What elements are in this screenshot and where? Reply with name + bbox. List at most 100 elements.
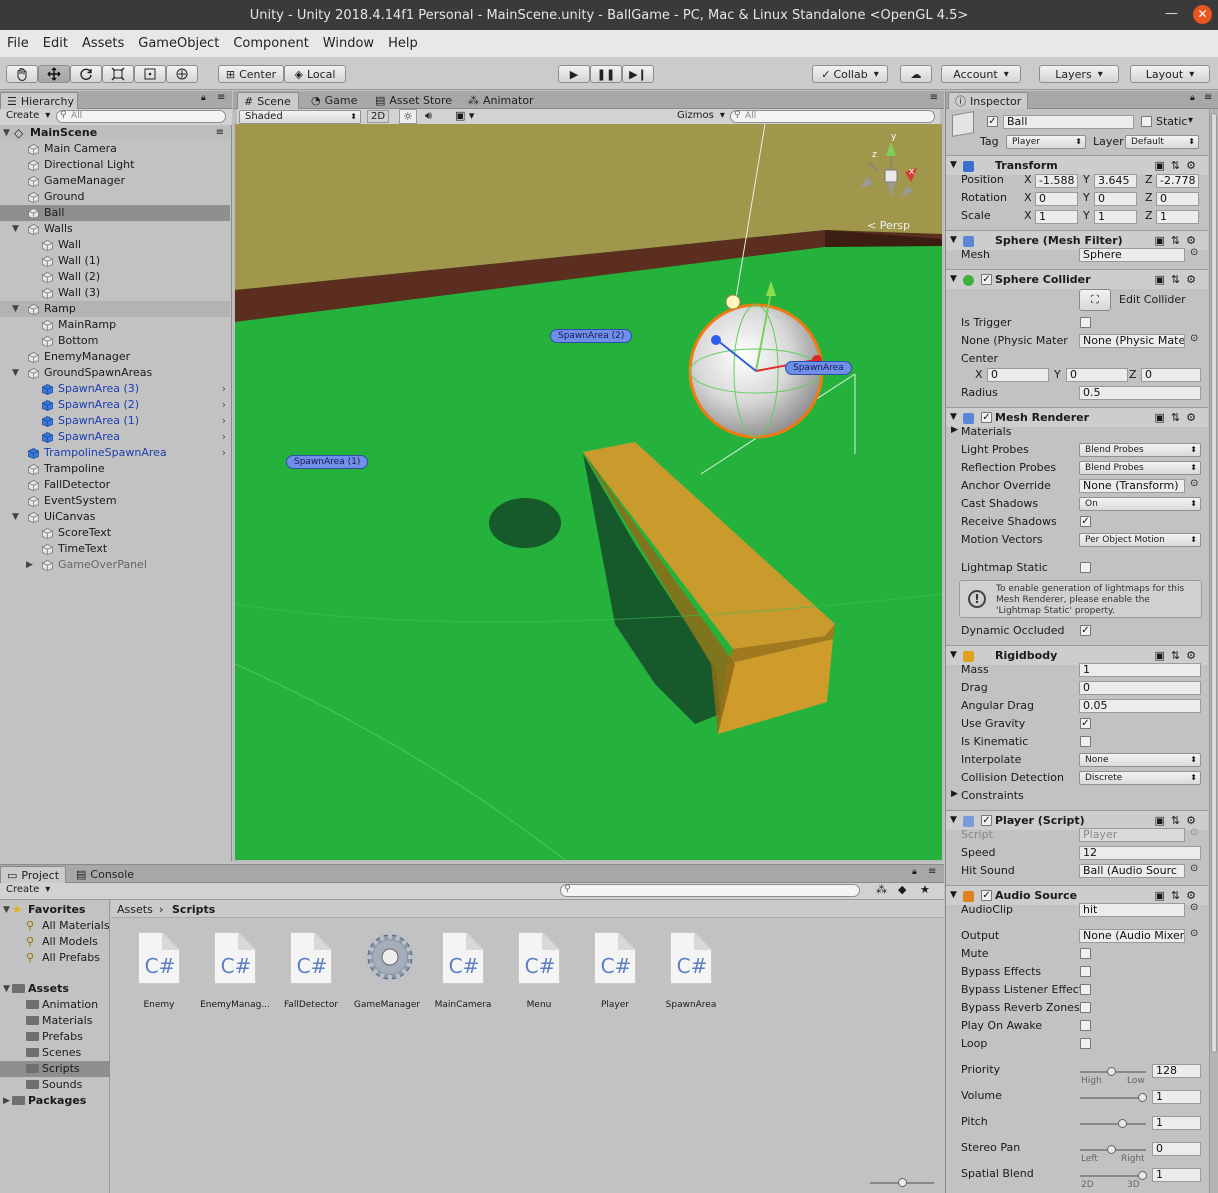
component-settings-icons[interactable]: ▣⇅⚙ — [1155, 270, 1202, 289]
move-tool-button[interactable] — [38, 65, 70, 83]
script-file-label[interactable]: FallDetector — [273, 1000, 349, 1010]
pivot-local-button[interactable]: ◈ Local — [284, 65, 346, 83]
csharp-script-icon[interactable]: C# — [138, 932, 180, 984]
hierarchy-item[interactable]: EventSystem — [0, 493, 230, 509]
2d-toggle[interactable]: 2D — [367, 110, 390, 123]
checkbox[interactable]: ✓ — [1080, 718, 1091, 729]
scene-menu-icon[interactable]: ≡ — [216, 125, 224, 141]
hierarchy-item[interactable]: Wall (1) — [0, 253, 230, 269]
scene-row[interactable]: ▼ ◇ MainScene ≡ — [0, 125, 230, 141]
expand-arrow-icon[interactable]: ▼ — [12, 221, 19, 237]
expand-arrow-icon[interactable]: ▼ — [3, 981, 10, 997]
hierarchy-item[interactable]: Ball — [0, 205, 230, 221]
scene-view[interactable]: y z x < Persp SpawnArea (2) SpawnArea Sp… — [235, 124, 942, 860]
component-enabled-checkbox[interactable]: ✓ — [981, 412, 992, 423]
lock-icon[interactable]: 🔒︎ — [1190, 93, 1195, 103]
hierarchy-item[interactable]: SpawnArea (2) › — [0, 397, 230, 413]
script-file-label[interactable]: Menu — [501, 1000, 577, 1010]
layout-dropdown[interactable]: Layout — [1130, 65, 1210, 83]
checkbox[interactable]: ✓ — [1080, 625, 1091, 636]
value-field[interactable]: 1 — [1035, 210, 1078, 224]
step-button[interactable]: ▶❙ — [622, 65, 654, 83]
component-header[interactable]: ▼ Rigidbody ▣⇅⚙ — [946, 645, 1208, 665]
value-field[interactable]: 1 — [1152, 1090, 1201, 1104]
audio-icon[interactable]: 🔊︎ — [425, 109, 432, 123]
dropdown[interactable]: On — [1079, 497, 1201, 511]
checkbox[interactable]: ✓ — [987, 116, 998, 127]
dropdown[interactable]: Default — [1125, 135, 1199, 149]
value-field[interactable]: 0 — [1079, 681, 1201, 695]
tab-scene[interactable]: # Scene — [237, 92, 299, 109]
value-field[interactable]: 1 — [1094, 210, 1137, 224]
value-field[interactable]: 1 — [1152, 1116, 1201, 1130]
foldout-arrow-icon[interactable]: ▼ — [950, 270, 957, 289]
value-field[interactable]: None (Physic Mater — [1079, 334, 1185, 348]
close-button[interactable]: ✕ — [1193, 5, 1212, 24]
hierarchy-search-input[interactable]: All — [56, 110, 226, 123]
menu-component[interactable]: Component — [226, 36, 315, 51]
menu-assets[interactable]: Assets — [75, 36, 131, 51]
csharp-script-icon[interactable]: C# — [594, 932, 636, 984]
value-field[interactable]: 1 — [1156, 210, 1199, 224]
script-file-label[interactable]: Player — [577, 1000, 653, 1010]
hierarchy-item[interactable]: Directional Light — [0, 157, 230, 173]
script-file-label[interactable]: SpawnArea — [653, 1000, 729, 1010]
hierarchy-item[interactable]: TrampolineSpawnArea › — [0, 445, 230, 461]
tab-animator[interactable]: ⁂ Animator — [462, 92, 540, 109]
edit-collider-button[interactable]: ⛶ — [1079, 289, 1111, 311]
pivot-center-button[interactable]: ⊞ Center — [218, 65, 284, 83]
hierarchy-item[interactable]: EnemyManager — [0, 349, 230, 365]
foldout-arrow-icon[interactable]: ▼ — [950, 886, 957, 905]
component-header[interactable]: ▼ ✓ Sphere Collider ▣⇅⚙ — [946, 269, 1208, 289]
project-tree-item[interactable]: ▼ ★ Favorites — [0, 902, 110, 918]
value-field[interactable]: 128 — [1152, 1064, 1201, 1078]
tab-inspector[interactable]: ⓘ Inspector — [948, 92, 1028, 109]
value-field[interactable]: 0.5 — [1079, 386, 1201, 400]
value-field[interactable]: 0 — [1156, 192, 1199, 206]
project-tree-item[interactable]: Scripts — [0, 1061, 110, 1077]
filter-type-icon[interactable]: ⁂ — [876, 883, 887, 896]
inspector-scrollbar[interactable] — [1209, 109, 1218, 1193]
component-enabled-checkbox[interactable]: ✓ — [981, 890, 992, 901]
value-field[interactable]: Player — [1079, 828, 1185, 842]
favorite-star-icon[interactable]: ★ — [920, 883, 930, 896]
component-enabled-checkbox[interactable]: ✓ — [981, 274, 992, 285]
static-dropdown-arrow-icon[interactable]: ▾ — [1188, 115, 1193, 126]
slider-knob[interactable] — [1138, 1093, 1147, 1102]
dropdown[interactable]: Discrete — [1079, 771, 1201, 785]
object-picker-icon[interactable]: ⊙ — [1190, 928, 1198, 939]
checkbox[interactable]: ✓ — [1080, 516, 1091, 527]
dropdown[interactable]: Player — [1006, 135, 1086, 149]
expand-arrow-icon[interactable]: ▼ — [12, 301, 19, 317]
dropdown[interactable]: None — [1079, 753, 1201, 767]
collapse-arrow-icon[interactable]: ▶ — [26, 557, 33, 573]
hierarchy-item[interactable]: Ground — [0, 189, 230, 205]
slider-track[interactable] — [1080, 1067, 1146, 1076]
spawn-area-1-label[interactable]: SpawnArea (1) — [286, 455, 369, 469]
project-tree-item[interactable]: ⚲ All Models — [0, 934, 110, 950]
dropdown[interactable]: Blend Probes — [1079, 461, 1201, 475]
hierarchy-item[interactable]: SpawnArea (1) › — [0, 413, 230, 429]
slider-track[interactable] — [1080, 1119, 1146, 1128]
hierarchy-item[interactable]: ▶ GameOverPanel — [0, 557, 230, 573]
value-field[interactable]: 0.05 — [1079, 699, 1201, 713]
rect-tool-button[interactable] — [134, 65, 166, 83]
slider-knob[interactable] — [1107, 1067, 1116, 1076]
value-field[interactable]: Sphere — [1079, 248, 1185, 262]
minimize-button[interactable]: — — [1165, 6, 1178, 21]
collapse-arrow-icon[interactable]: ▶ — [3, 1093, 10, 1109]
project-tree-item[interactable]: Materials — [0, 1013, 110, 1029]
scene-search-input[interactable]: All — [730, 110, 935, 123]
value-field[interactable]: Ball (Audio Sourc — [1079, 864, 1185, 878]
tab-asset-store[interactable]: ▤ Asset Store — [369, 92, 458, 109]
persp-label[interactable]: < Persp — [867, 219, 910, 232]
hierarchy-item[interactable]: ScoreText — [0, 525, 230, 541]
component-settings-icons[interactable]: ▣⇅⚙ — [1155, 156, 1202, 175]
sun-icon[interactable]: ☼ — [399, 109, 417, 124]
project-tree-item[interactable]: Sounds — [0, 1077, 110, 1093]
foldout-arrow-icon[interactable]: ▼ — [950, 231, 957, 250]
hierarchy-item[interactable]: ▼ UiCanvas — [0, 509, 230, 525]
component-header[interactable]: ▼ ✓ Audio Source ▣⇅⚙ — [946, 885, 1208, 905]
slider-knob[interactable] — [1107, 1145, 1116, 1154]
tab-game[interactable]: ◔ Game — [305, 92, 363, 109]
